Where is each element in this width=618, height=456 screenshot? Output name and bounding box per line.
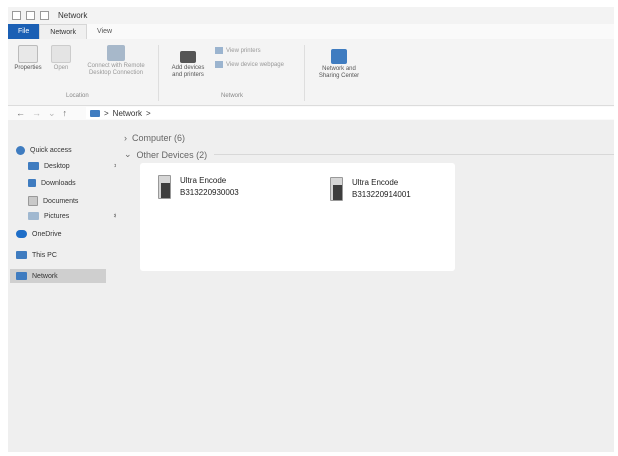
tab-network[interactable]: Network [39,24,87,39]
webpage-icon [215,61,223,68]
explorer-window: Network File Network View Properties Ope… [8,7,614,452]
sidebar-item-desktop[interactable]: Desktop ✱ [28,162,120,170]
desktop-icon [28,162,39,170]
encoder-device-icon [330,177,344,201]
network-icon [16,272,27,280]
sidebar-item-network[interactable]: Network [10,269,106,283]
group-header-computer[interactable]: › Computer (6) [124,133,185,143]
sidebar-item-this-pc[interactable]: This PC [16,251,57,259]
tab-view[interactable]: View [87,24,122,39]
quick-access-toolbar-icon[interactable] [40,11,49,20]
forward-arrow-icon[interactable]: → [32,108,41,118]
star-icon [16,146,25,155]
pictures-icon [28,212,39,220]
navigation-pane: Quick access Desktop ✱ Downloads ✱ Docum… [8,121,128,452]
ribbon-divider [158,45,159,101]
view-printers-button[interactable]: View printers [215,47,261,54]
folder-icon [12,11,21,20]
tab-file[interactable]: File [8,24,40,39]
address-path[interactable]: > Network > [86,107,614,119]
computer-icon [16,251,27,259]
properties-button[interactable]: Properties [11,45,45,72]
other-devices-panel: Ultra Encode B313220930003 Ultra Encode … [140,163,455,271]
device-name: Ultra Encode [352,178,399,187]
up-arrow-icon[interactable]: ↑ [63,108,68,118]
sidebar-item-documents[interactable]: Documents ✱ [28,196,128,206]
group-divider [214,154,614,155]
back-arrow-icon[interactable]: ← [16,108,25,118]
view-device-webpage-button[interactable]: View device webpage [215,61,284,68]
printer-small-icon [215,47,223,54]
remote-desktop-icon [107,45,125,61]
sidebar-item-onedrive[interactable]: OneDrive [16,230,62,238]
network-group-label: Network [221,93,244,99]
recent-locations-chevron-icon[interactable]: ⌄ [48,108,56,119]
address-bar: ← → ⌄ ↑ > Network > [8,106,614,120]
title-bar: Network [8,7,614,24]
ribbon-tabs: File Network View [8,24,614,39]
download-icon [28,179,36,187]
cloud-icon [16,230,27,238]
properties-icon [18,45,38,63]
device-serial: B313220930003 [180,188,239,197]
device-name: Ultra Encode [180,176,227,185]
sidebar-item-downloads[interactable]: Downloads ✱ [28,179,126,187]
printer-icon [180,51,196,63]
device-item[interactable]: Ultra Encode B313220930003 [158,175,239,199]
encoder-device-icon [158,175,172,199]
save-icon[interactable] [26,11,35,20]
documents-icon [28,196,38,206]
open-button[interactable]: Open [50,45,72,72]
device-serial: B313220914001 [352,190,411,199]
sidebar-item-quick-access[interactable]: Quick access [16,146,72,155]
add-devices-button[interactable]: Add devices and printers [165,51,211,79]
group-header-other-devices[interactable]: ⌄ Other Devices (2) [124,149,614,160]
open-icon [51,45,71,63]
remote-desktop-button[interactable]: Connect with Remote Desktop Connection [78,45,154,77]
device-item[interactable]: Ultra Encode B313220914001 [330,177,411,201]
window-title: Network [58,11,88,20]
ribbon: Properties Open Connect with Remote Desk… [8,39,614,106]
location-group-label: Location [66,93,89,99]
chevron-right-icon: › [124,133,127,143]
breadcrumb-network[interactable]: Network [113,109,142,118]
sidebar-item-pictures[interactable]: Pictures ✱ [28,212,119,220]
network-sharing-center-button[interactable]: Network and Sharing Center [308,49,370,80]
chevron-down-icon: ⌄ [124,149,132,159]
network-sharing-icon [331,49,347,64]
ribbon-divider [304,45,305,101]
network-icon [90,109,100,117]
